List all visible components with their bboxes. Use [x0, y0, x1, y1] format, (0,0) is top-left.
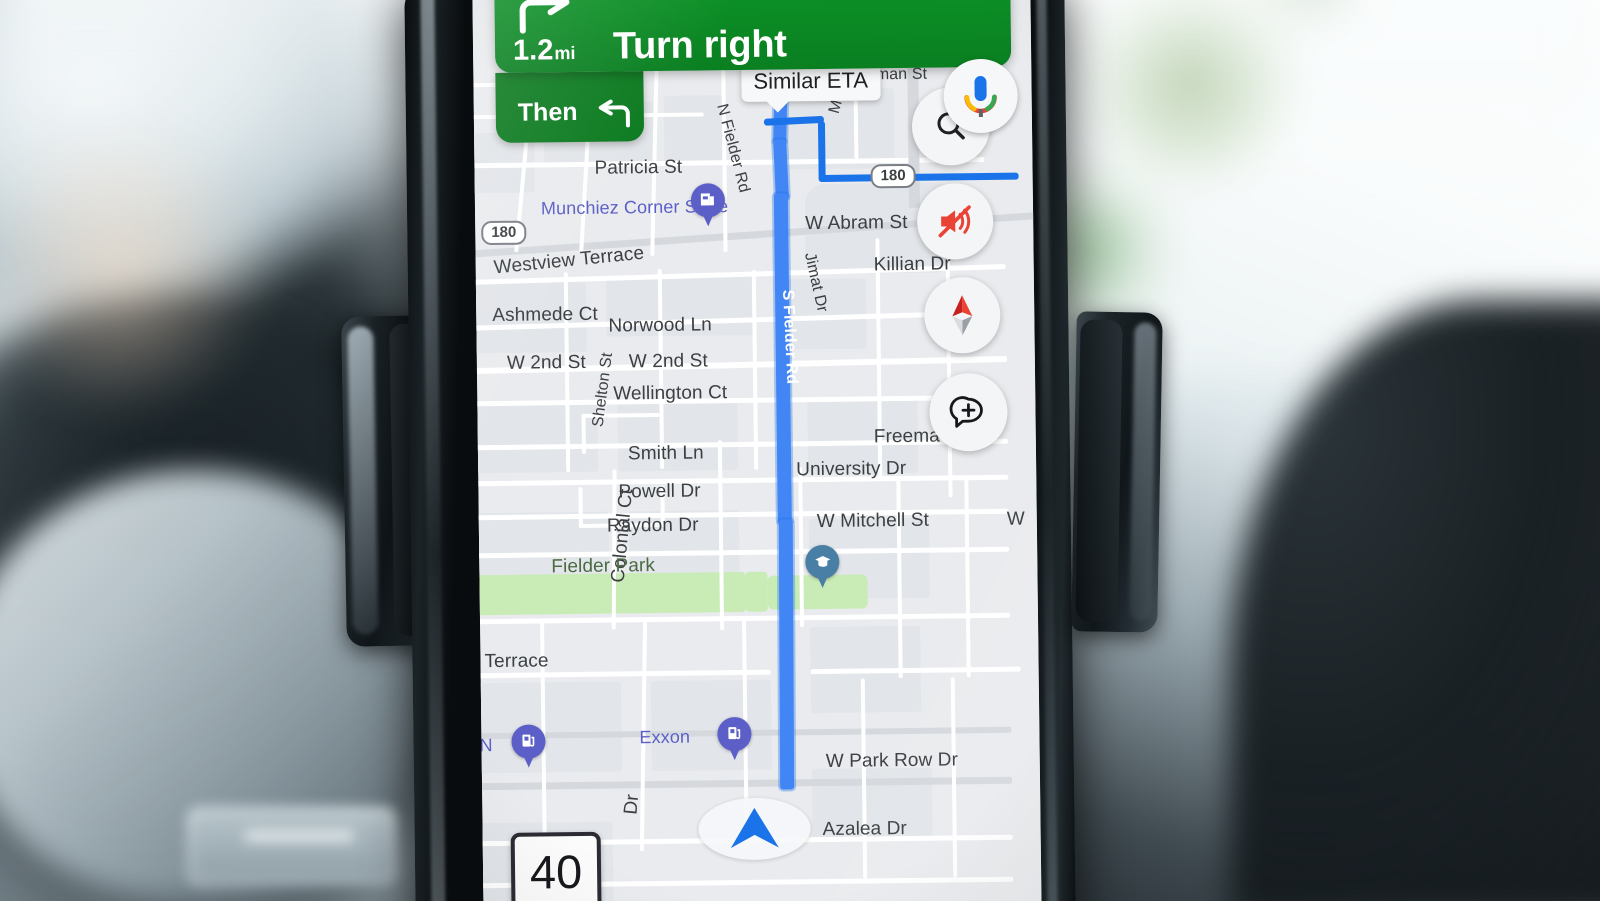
google-assistant-button[interactable] — [943, 58, 1019, 134]
speech-bubble-plus-icon — [949, 396, 983, 428]
route-shield-180-left: 180 — [481, 220, 527, 246]
phone-mount-right-clamp[interactable] — [1071, 311, 1163, 633]
map-label-patricia-st: Patricia St — [594, 156, 683, 179]
steering-wheel-button — [186, 806, 398, 886]
volume-muted-icon — [938, 205, 971, 238]
navigation-arrow-icon — [730, 807, 779, 849]
map-label-ashmede-ct: Ashmede Ct — [492, 303, 598, 327]
gas-station-pin-icon-left[interactable] — [511, 724, 546, 768]
phone-bezel-highlight-left — [420, 0, 446, 901]
map-label-azalea-dr: Azalea Dr — [822, 817, 908, 841]
map-label-university-dr: University Dr — [796, 457, 907, 481]
route-shield-180-right: 180 — [870, 163, 916, 189]
next-maneuver-card[interactable]: Then — [495, 71, 645, 143]
map-label-norwood-ln: Norwood Ln — [608, 314, 713, 337]
distance-value: 1.2 — [512, 34, 554, 67]
map-label-fielder-park: Fielder Park — [551, 555, 656, 578]
exxon-gas-pin-icon[interactable] — [717, 716, 752, 761]
map-label-w-abram-st: W Abram St — [805, 211, 908, 235]
compass-needle-icon — [952, 295, 973, 336]
map-label-w-mitchell-st: W Mitchell St — [816, 509, 930, 533]
user-location-marker — [698, 797, 811, 861]
map-label-w-2nd-st-left: W 2nd St — [506, 351, 586, 374]
google-assistant-mic-icon — [964, 76, 997, 118]
map-label-w-right-edge: W — [1006, 508, 1025, 530]
then-label: Then — [517, 97, 578, 127]
map-label-w-park-row-dr: W Park Row Dr — [825, 749, 959, 772]
map-label-n-gas[interactable]: N — [479, 735, 492, 756]
map-label-smith-ln: Smith Ln — [627, 442, 704, 465]
speed-limit-badge: 40 MPH — [510, 831, 602, 901]
distance-unit: mi — [554, 42, 576, 64]
turn-left-arrow-icon — [596, 99, 634, 134]
smartphone: 180 180 Patricia St erman St N Fielder R… — [404, 0, 1076, 901]
photo-scene: 180 180 Patricia St erman St N Fielder R… — [0, 0, 1600, 901]
speed-limit-value: 40 — [529, 844, 583, 899]
distance-to-maneuver: 1.2mi — [513, 34, 576, 68]
map-label-wellington-ct: Wellington Ct — [613, 382, 728, 405]
map-label-w-2nd-st-right: W 2nd St — [628, 350, 708, 373]
phone-screen[interactable]: 180 180 Patricia St erman St N Fielder R… — [472, 0, 1042, 901]
map-canvas[interactable]: 180 180 Patricia St erman St N Fielder R… — [472, 0, 1042, 901]
school-pin-icon[interactable] — [805, 544, 840, 589]
map-label-exxon[interactable]: Exxon — [639, 727, 690, 749]
map-label-terrace-bottom: Terrace — [484, 650, 549, 673]
similar-eta-label: Similar ETA — [753, 67, 869, 94]
mute-voice-button[interactable] — [916, 182, 994, 260]
map-label-killian-dr: Killian Dr — [873, 253, 951, 276]
map-label-dr-bottom: Dr — [620, 793, 644, 816]
compass-button[interactable] — [923, 276, 1001, 354]
navigation-banner[interactable]: 1.2mi Turn right — [493, 0, 1012, 73]
map-label-freeman: Freema — [873, 425, 940, 448]
light-flare — [0, 120, 270, 420]
maneuver-instruction: Turn right — [612, 23, 787, 68]
